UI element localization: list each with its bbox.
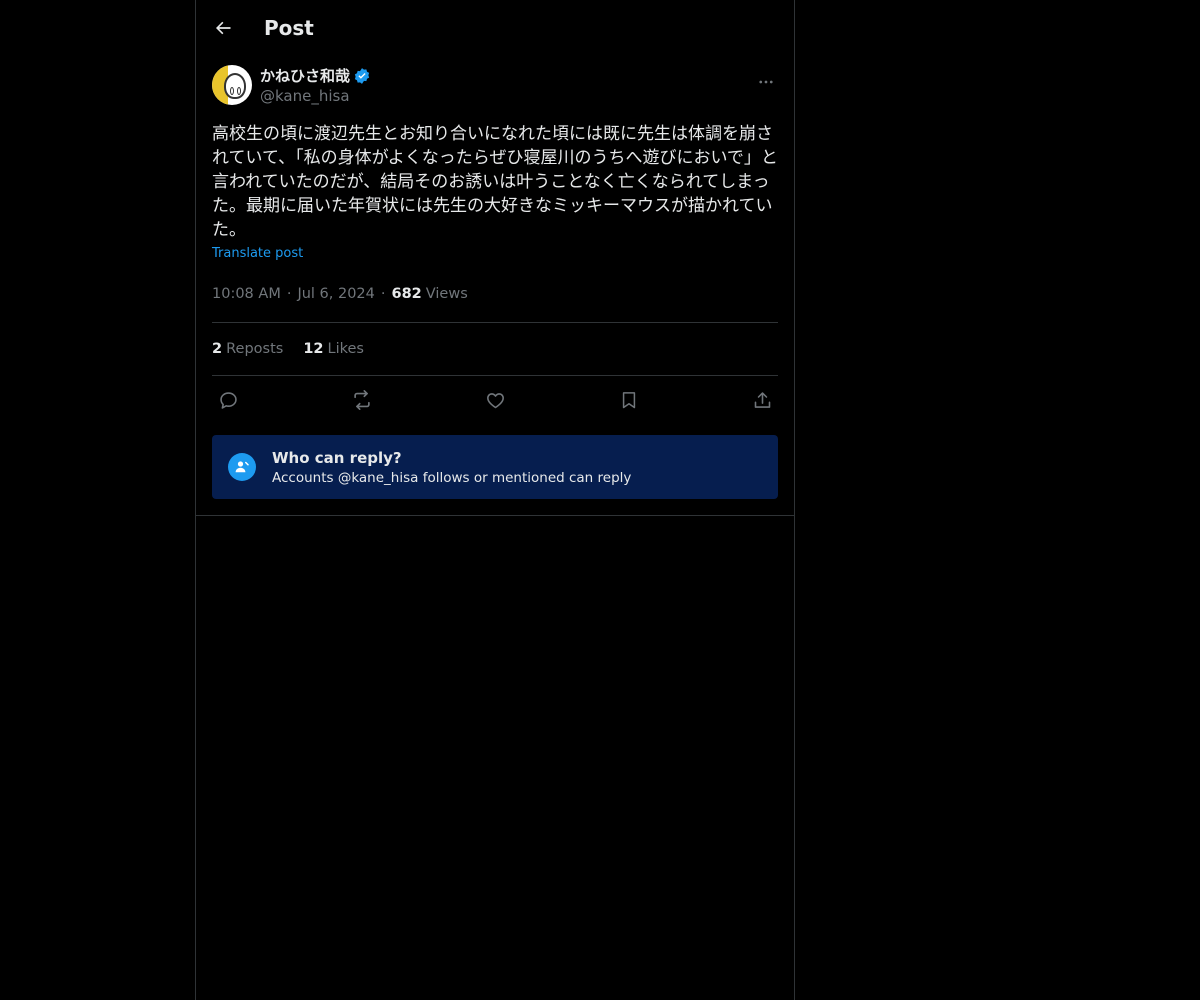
reply-icon: [219, 391, 237, 409]
like-button[interactable]: [483, 388, 507, 412]
actions-row: [212, 376, 778, 424]
post-time[interactable]: 10:08 AM: [212, 286, 281, 302]
reposts-count: 2: [212, 341, 223, 357]
header: Post: [196, 0, 794, 55]
post-text: 高校生の頃に渡辺先生とお知り合いになれた頃には既に先生は体調を崩されていて、「私…: [212, 124, 778, 240]
more-options-button[interactable]: [754, 70, 778, 94]
stats-row: 2 Reposts 12 Likes: [212, 323, 778, 376]
arrow-left-icon: [216, 21, 231, 34]
reposts-stat[interactable]: 2 Reposts: [212, 341, 283, 357]
separator: ·: [286, 285, 292, 302]
views-label: Views: [425, 285, 468, 302]
reply-restriction-subtitle: Accounts @kane_hisa follows or mentioned…: [272, 469, 632, 486]
share-button[interactable]: [750, 388, 774, 412]
separator: ·: [380, 285, 386, 302]
author-handle[interactable]: @kane_hisa: [260, 87, 371, 105]
post-meta: 10:08 AM · Jul 6, 2024 · 682 Views: [212, 277, 778, 323]
likes-label: Likes: [327, 341, 364, 357]
author-meta: かねひさ和哉 @kane_hisa: [260, 65, 371, 105]
post: かねひさ和哉 @kane_hisa 高校生の頃に渡辺先生とお知り合いになれた頃に…: [196, 60, 794, 516]
repost-button[interactable]: [350, 388, 374, 412]
verified-badge-icon: [353, 67, 371, 85]
translate-post-link[interactable]: Translate post: [212, 246, 303, 261]
reply-restriction-notice: Who can reply? Accounts @kane_hisa follo…: [212, 435, 778, 499]
main-column: Post かねひさ和哉 @kane_hisa 高校生の頃に渡辺先生とお知り合いに…: [195, 0, 795, 1000]
likes-count: 12: [303, 341, 324, 357]
reply-button[interactable]: [216, 388, 240, 412]
mention-user-icon: [228, 453, 256, 481]
avatar[interactable]: [212, 65, 252, 105]
page-title: Post: [264, 15, 314, 40]
share-icon: [754, 391, 770, 408]
post-date[interactable]: Jul 6, 2024: [297, 286, 374, 302]
repost-icon: [353, 390, 370, 410]
author-row: かねひさ和哉 @kane_hisa: [212, 60, 778, 110]
views-count: 682: [391, 285, 422, 302]
heart-icon: [486, 392, 504, 408]
bookmark-icon: [622, 392, 635, 409]
reply-restriction-title: Who can reply?: [272, 448, 402, 467]
likes-stat[interactable]: 12 Likes: [303, 341, 364, 357]
reposts-label: Reposts: [226, 341, 284, 357]
back-button[interactable]: [212, 17, 234, 39]
bookmark-button[interactable]: [617, 388, 641, 412]
more-horizontal-icon: [759, 80, 773, 84]
author-name[interactable]: かねひさ和哉: [260, 65, 350, 86]
